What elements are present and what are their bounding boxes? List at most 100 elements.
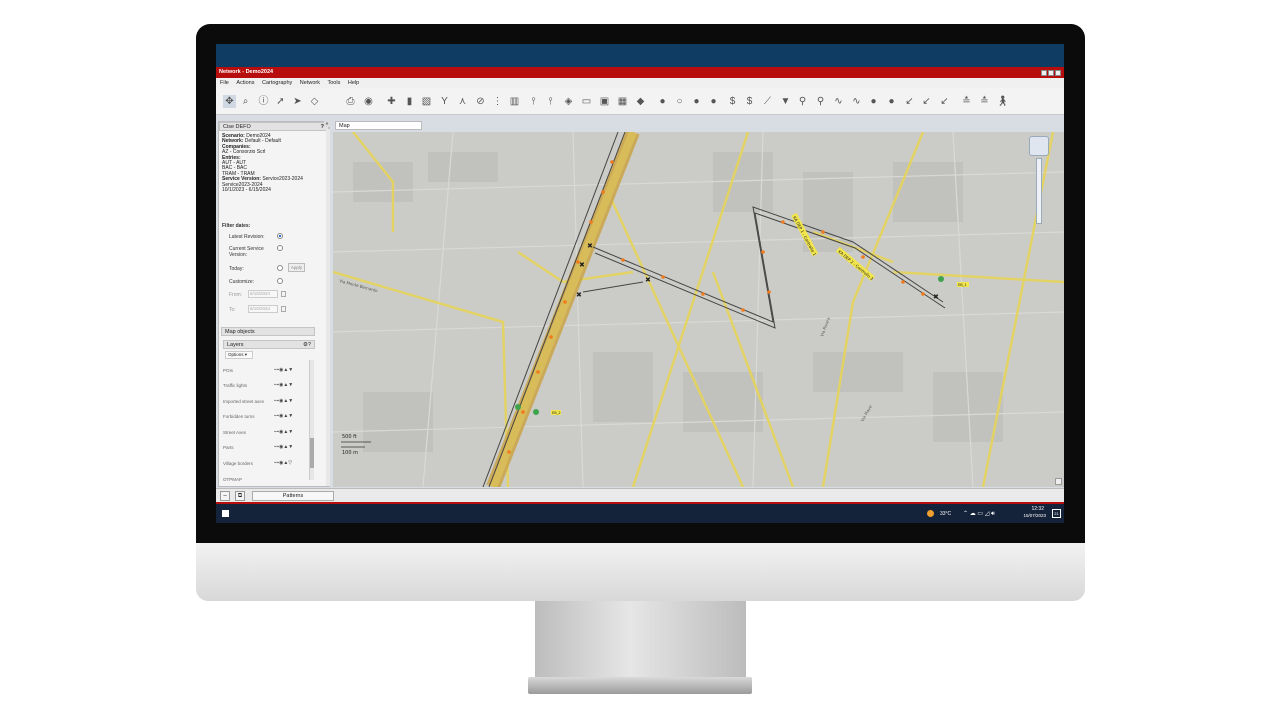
from-date-input[interactable]: 6/15/2024	[248, 290, 278, 298]
tag-icon[interactable]: ◆	[634, 95, 647, 108]
layers-icon[interactable]: ◈	[562, 95, 575, 108]
marker-minus-icon[interactable]: ●	[707, 95, 720, 108]
layer-controls-icon[interactable]: ⊶◉▲▼	[274, 444, 293, 450]
align-icon[interactable]: ≛	[960, 95, 973, 108]
eye-icon[interactable]: ◉	[362, 95, 375, 108]
map-canvas[interactable]: ✖✖✖ ✖ ✖ KA DEP 1 - Controllo 1 KA DEP 2 -…	[333, 132, 1064, 487]
split-icon[interactable]: ⋏	[456, 95, 469, 108]
pointer-icon[interactable]: ➤	[291, 95, 304, 108]
pin-down-icon[interactable]: ⫯	[544, 95, 557, 108]
weather-icon[interactable]	[927, 510, 934, 517]
taskbar: 33°C ⌃ ☁ ▭ ◿ 🔊︎ 12:32 15/07/2023 21	[216, 504, 1064, 523]
windows-start-icon[interactable]	[222, 510, 229, 517]
apply-button[interactable]: Apply	[288, 263, 305, 272]
service-version-value: Service2023-2024	[262, 176, 303, 183]
pan-icon[interactable]: ✥	[223, 95, 236, 108]
dollar-icon[interactable]: $	[726, 95, 739, 108]
to-date-input[interactable]: 6/15/2024	[248, 305, 278, 313]
signal-icon[interactable]: ▥	[508, 95, 521, 108]
curve-edit-icon[interactable]: ∿	[850, 95, 863, 108]
layers-title: Layers	[227, 342, 244, 348]
latest-revision-radio[interactable]	[277, 233, 283, 239]
menu-tools[interactable]: Tools	[328, 80, 341, 86]
zoom-slider[interactable]	[1036, 158, 1042, 224]
zoom-icon[interactable]: ⌕	[239, 95, 252, 108]
layer-controls-icon[interactable]: ⊶◉▲▼	[274, 429, 293, 435]
no-turn-icon[interactable]: ⊘	[474, 95, 487, 108]
version-label: Version:	[229, 252, 248, 258]
traffic-light-icon[interactable]: ⋮	[491, 95, 504, 108]
plus-icon[interactable]: ✚	[385, 95, 398, 108]
print-icon[interactable]: ⎙	[344, 95, 357, 108]
pan-control-icon[interactable]	[1029, 136, 1049, 156]
menu-actions[interactable]: Actions	[236, 80, 254, 86]
panel-scrollbar[interactable]	[326, 129, 330, 486]
collapse-panel-icon[interactable]: «	[324, 121, 330, 127]
options-dropdown[interactable]: Options ▾	[225, 351, 253, 359]
fork-icon[interactable]: Y	[438, 95, 451, 108]
layer-controls-icon[interactable]: ⊶◉▲▼	[274, 398, 293, 404]
gear-icon[interactable]: ⚙?	[303, 341, 311, 349]
from-label: From:	[229, 292, 243, 298]
pin-icon[interactable]: ⫯	[527, 95, 540, 108]
today-radio[interactable]	[277, 265, 283, 271]
monitor-stand-neck	[535, 601, 746, 679]
window-icon[interactable]: ▣	[598, 95, 611, 108]
select-arrow-icon[interactable]: ➚	[274, 95, 287, 108]
calendar-icon[interactable]	[281, 306, 286, 312]
tray-icons[interactable]: ⌃ ☁ ▭ ◿ 🔊︎	[963, 510, 995, 518]
route-plus-icon[interactable]: ⚲	[814, 95, 827, 108]
close-button[interactable]	[1055, 70, 1061, 76]
tab-patterns[interactable]: Patterns	[252, 491, 334, 501]
marker-check-icon[interactable]: ●	[690, 95, 703, 108]
svg-text:✖: ✖	[587, 242, 593, 250]
marker-remove-icon[interactable]: ●	[885, 95, 898, 108]
info-icon[interactable]: ⓘ	[257, 95, 270, 108]
minimize-panel-icon[interactable]: –	[220, 491, 230, 501]
menu-network[interactable]: Network	[300, 80, 320, 86]
layer-controls-icon[interactable]: ⊶◉▲▼	[274, 413, 293, 419]
layer-switcher-icon[interactable]	[1055, 478, 1062, 485]
panel-icon[interactable]: ▭	[580, 95, 593, 108]
customize-radio[interactable]	[277, 278, 283, 284]
today-label: Today:	[229, 266, 244, 272]
dollar-edit-icon[interactable]: $	[743, 95, 756, 108]
map-view[interactable]: ✖ ✖ ✖ ✖ ✖ KA DEP 1 - Controllo 1 KA DEP 2 -…	[333, 132, 1064, 487]
window-title-bar: Network - Demo2024	[216, 67, 1064, 78]
layer-controls-icon[interactable]: ⊶◉▲▼	[274, 382, 293, 388]
maximize-button[interactable]	[1048, 70, 1054, 76]
layers-scrollbar[interactable]	[309, 360, 314, 480]
minimize-button[interactable]	[1041, 70, 1047, 76]
arrow-diagonal-icon[interactable]: ↙	[903, 95, 916, 108]
desktop-top-band	[216, 44, 1064, 67]
arrow-edit-icon[interactable]: ↙	[920, 95, 933, 108]
walk-icon[interactable]: 🚶︎	[996, 95, 1009, 108]
menu-file[interactable]: File	[220, 80, 229, 86]
tab-map[interactable]: Map	[335, 121, 422, 130]
calendar-icon[interactable]	[281, 291, 286, 297]
marker-icon[interactable]: ●	[656, 95, 669, 108]
arrow-check-icon[interactable]: ↙	[938, 95, 951, 108]
layer-controls-icon[interactable]: ⊶◉▲▽	[274, 460, 292, 466]
map-tab-label: Map	[339, 123, 350, 129]
restore-panel-icon[interactable]: ⧉	[235, 491, 245, 501]
menu-cartography[interactable]: Cartography	[262, 80, 292, 86]
marker-outline-icon[interactable]: ○	[673, 95, 686, 108]
layers-header: Layers ⚙?	[223, 340, 315, 349]
curve-icon[interactable]: ∿	[832, 95, 845, 108]
svg-text:✖: ✖	[933, 293, 939, 301]
eraser-icon[interactable]: ◇	[308, 95, 321, 108]
align-person-icon[interactable]: ≛	[978, 95, 991, 108]
marker-add-icon[interactable]: ●	[867, 95, 880, 108]
notification-icon[interactable]: 21	[1052, 509, 1061, 518]
layer-controls-icon[interactable]: ⊶◉▲▼	[274, 367, 293, 373]
current-service-radio[interactable]	[277, 245, 283, 251]
line-icon[interactable]: ⟋	[761, 95, 774, 108]
stop-icon[interactable]: ▮	[403, 95, 416, 108]
sign-icon[interactable]: ▧	[420, 95, 433, 108]
menu-help[interactable]: Help	[348, 80, 359, 86]
triangle-down-icon[interactable]: ▼	[779, 95, 792, 108]
route-icon[interactable]: ⚲	[796, 95, 809, 108]
grid-icon[interactable]: ▦	[616, 95, 629, 108]
screen: Network - Demo2024 File Actions Cartogra…	[216, 44, 1064, 523]
